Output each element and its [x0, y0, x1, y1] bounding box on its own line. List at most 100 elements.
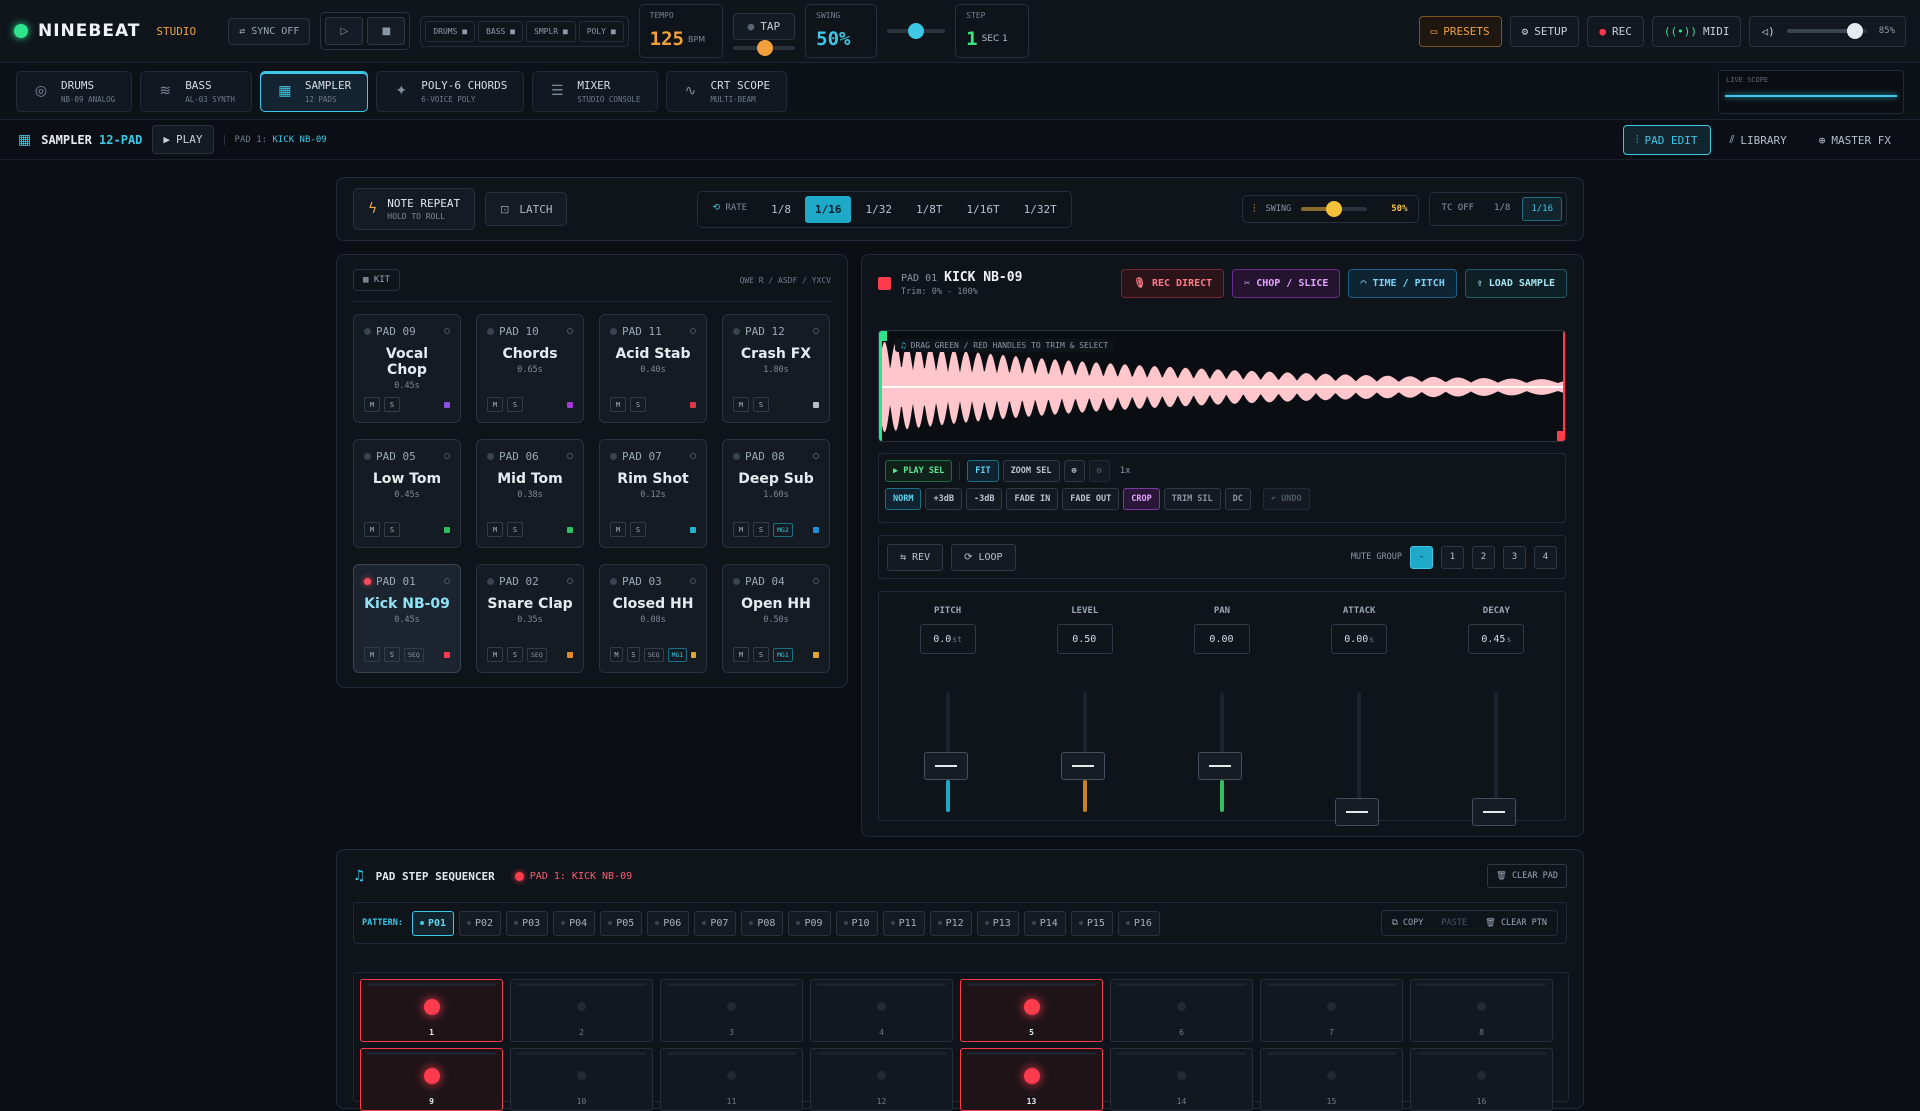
pad-mute-button[interactable]: M [733, 522, 749, 537]
gain-up-button[interactable]: +3dB [925, 488, 962, 510]
step-4[interactable]: 4 [810, 979, 953, 1042]
fader-track[interactable] [923, 692, 968, 812]
fader-cap[interactable] [1472, 798, 1517, 826]
fader-track[interactable] [1335, 692, 1380, 826]
normalize-button[interactable]: NORM [885, 488, 922, 510]
zoom-in-icon[interactable]: ⊕ [1063, 460, 1085, 482]
fader-cap[interactable] [1060, 752, 1105, 780]
fader-cap[interactable] [1335, 798, 1380, 826]
pattern-p10[interactable]: P10 [835, 910, 878, 936]
pattern-p02[interactable]: P02 [459, 910, 502, 936]
pattern-p14[interactable]: P14 [1023, 910, 1066, 936]
pattern-p15[interactable]: P15 [1070, 910, 1113, 936]
pad-mute-button[interactable]: M [364, 647, 380, 662]
fader-value-input[interactable]: 0.00 [1193, 624, 1250, 654]
pad-mute-button[interactable]: M [487, 647, 503, 662]
channel-poly[interactable]: POLY ■ [578, 20, 624, 42]
rate-option[interactable]: 1/8T [906, 196, 953, 223]
step-8[interactable]: 8 [1410, 979, 1553, 1042]
pattern-p08[interactable]: P08 [741, 910, 784, 936]
pad-solo-button[interactable]: S [753, 647, 769, 662]
fader-value-input[interactable]: 0.50 [1056, 624, 1113, 654]
fade-out-button[interactable]: FADE OUT [1062, 488, 1120, 510]
dc-button[interactable]: DC [1224, 488, 1251, 510]
volume-slider-knob[interactable] [1846, 23, 1863, 39]
pad-01[interactable]: PAD 01 Kick NB-09 0.45s M S SEQ [353, 564, 461, 673]
step-6[interactable]: 6 [1110, 979, 1253, 1042]
pad-mute-button[interactable]: M [364, 397, 380, 412]
step-7[interactable]: 7 [1260, 979, 1403, 1042]
trim-end-grip[interactable] [1557, 431, 1565, 441]
channel-drums[interactable]: DRUMS ■ [425, 20, 476, 42]
pattern-p09[interactable]: P09 [788, 910, 831, 936]
module-tab-mixer[interactable]: ☰ MIXER STUDIO CONSOLE [532, 70, 658, 112]
pad-mute-button[interactable]: M [610, 522, 626, 537]
repeat-swing-slider[interactable] [1301, 201, 1368, 217]
module-tab-drums[interactable]: ◎ DRUMS NB-09 ANALOG [16, 70, 133, 112]
rate-option[interactable]: 1/32 [855, 196, 902, 223]
rate-option[interactable]: 1/32T [1014, 196, 1067, 223]
fader-value-input[interactable]: 0.45 s [1468, 624, 1525, 654]
mute-group-option[interactable]: 1 [1441, 545, 1464, 569]
copy-pattern-button[interactable]: ⧉ COPY [1385, 914, 1431, 932]
sync-button[interactable]: ⇄ SYNC OFF [228, 17, 311, 45]
fader-track[interactable] [1060, 692, 1105, 812]
pad-solo-button[interactable]: S [753, 522, 769, 537]
step-3[interactable]: 3 [660, 979, 803, 1042]
pad-07[interactable]: PAD 07 Rim Shot 0.12s M S [599, 439, 707, 548]
note-repeat-button[interactable]: ϟ NOTE REPEAT HOLD TO ROLL [353, 188, 476, 230]
kit-button[interactable]: ▦ KIT [353, 269, 401, 291]
clear-pad-button[interactable]: 🗑︎ CLEAR PAD [1487, 864, 1567, 888]
module-tab-scope[interactable]: ∿ CRT SCOPE MULTI-BEAM [665, 70, 788, 112]
pad-11[interactable]: PAD 11 Acid Stab 0.40s M S [599, 314, 707, 423]
fader-value-input[interactable]: 0.0 st [919, 624, 976, 654]
mute-group-option[interactable]: 3 [1503, 545, 1526, 569]
pad-04[interactable]: PAD 04 Open HH 0.50s M S MG1 [722, 564, 830, 673]
fader-track[interactable] [1472, 692, 1517, 826]
fader-track[interactable] [1197, 692, 1242, 812]
presets-button[interactable]: ▭ PRESETS [1418, 15, 1502, 47]
volume-control[interactable]: ◁) 85% [1749, 15, 1906, 47]
pad-mute-button[interactable]: M [610, 647, 623, 662]
pad-solo-button[interactable]: S [384, 647, 400, 662]
pad-solo-button[interactable]: S [626, 647, 640, 662]
pad-mute-button[interactable]: M [487, 522, 503, 537]
pattern-p01[interactable]: P01 [411, 910, 455, 936]
trim-end-handle[interactable] [1563, 331, 1565, 441]
zoom-selection-button[interactable]: ZOOM SEL [1002, 460, 1060, 482]
pattern-p04[interactable]: P04 [553, 910, 596, 936]
pad-08[interactable]: PAD 08 Deep Sub 1.60s M S MG2 [722, 439, 830, 548]
pattern-p12[interactable]: P12 [929, 910, 972, 936]
sampler-play-button[interactable]: ▶ PLAY [152, 125, 214, 154]
mute-group-option[interactable]: - [1410, 545, 1433, 569]
volume-slider[interactable] [1786, 23, 1867, 39]
stop-button[interactable]: ■ [367, 17, 406, 45]
play-selection-button[interactable]: ▶ PLAY SEL [885, 460, 953, 482]
fader-cap[interactable] [923, 752, 968, 780]
rate-option[interactable]: 1/16 [804, 195, 852, 223]
tc-option[interactable]: TC OFF [1434, 197, 1483, 221]
pattern-p16[interactable]: P16 [1117, 910, 1160, 936]
waveform-display[interactable]: ♫ DRAG GREEN / RED HANDLES TO TRIM & SEL… [878, 330, 1566, 442]
pad-solo-button[interactable]: S [507, 647, 523, 662]
pattern-p13[interactable]: P13 [976, 910, 1019, 936]
loop-button[interactable]: ⟳ LOOP [951, 543, 1016, 571]
tempo-slider[interactable] [732, 39, 795, 56]
pad-mute-button[interactable]: M [733, 647, 749, 662]
pad-solo-button[interactable]: S [384, 397, 400, 412]
tempo-display[interactable]: TEMPO 125 BPM [638, 4, 723, 58]
pattern-p07[interactable]: P07 [694, 910, 737, 936]
tab-library[interactable]: ⫽ LIBRARY [1717, 125, 1800, 155]
pad-mute-button[interactable]: M [364, 522, 380, 537]
pattern-p11[interactable]: P11 [882, 910, 925, 936]
clear-pattern-button[interactable]: 🗑︎ CLEAR PTN [1478, 914, 1554, 932]
setup-button[interactable]: ⚙ SETUP [1509, 15, 1580, 47]
rec-button[interactable]: ● REC [1587, 15, 1644, 47]
mute-group-option[interactable]: 2 [1472, 545, 1495, 569]
gain-down-button[interactable]: -3dB [965, 488, 1003, 510]
fader-value-input[interactable]: 0.00 s [1331, 624, 1388, 654]
step-5[interactable]: 5 [960, 979, 1103, 1042]
pad-solo-button[interactable]: S [507, 397, 523, 412]
pad-solo-button[interactable]: S [630, 397, 646, 412]
pad-02[interactable]: PAD 02 Snare Clap 0.35s M S SEQ [476, 564, 584, 673]
